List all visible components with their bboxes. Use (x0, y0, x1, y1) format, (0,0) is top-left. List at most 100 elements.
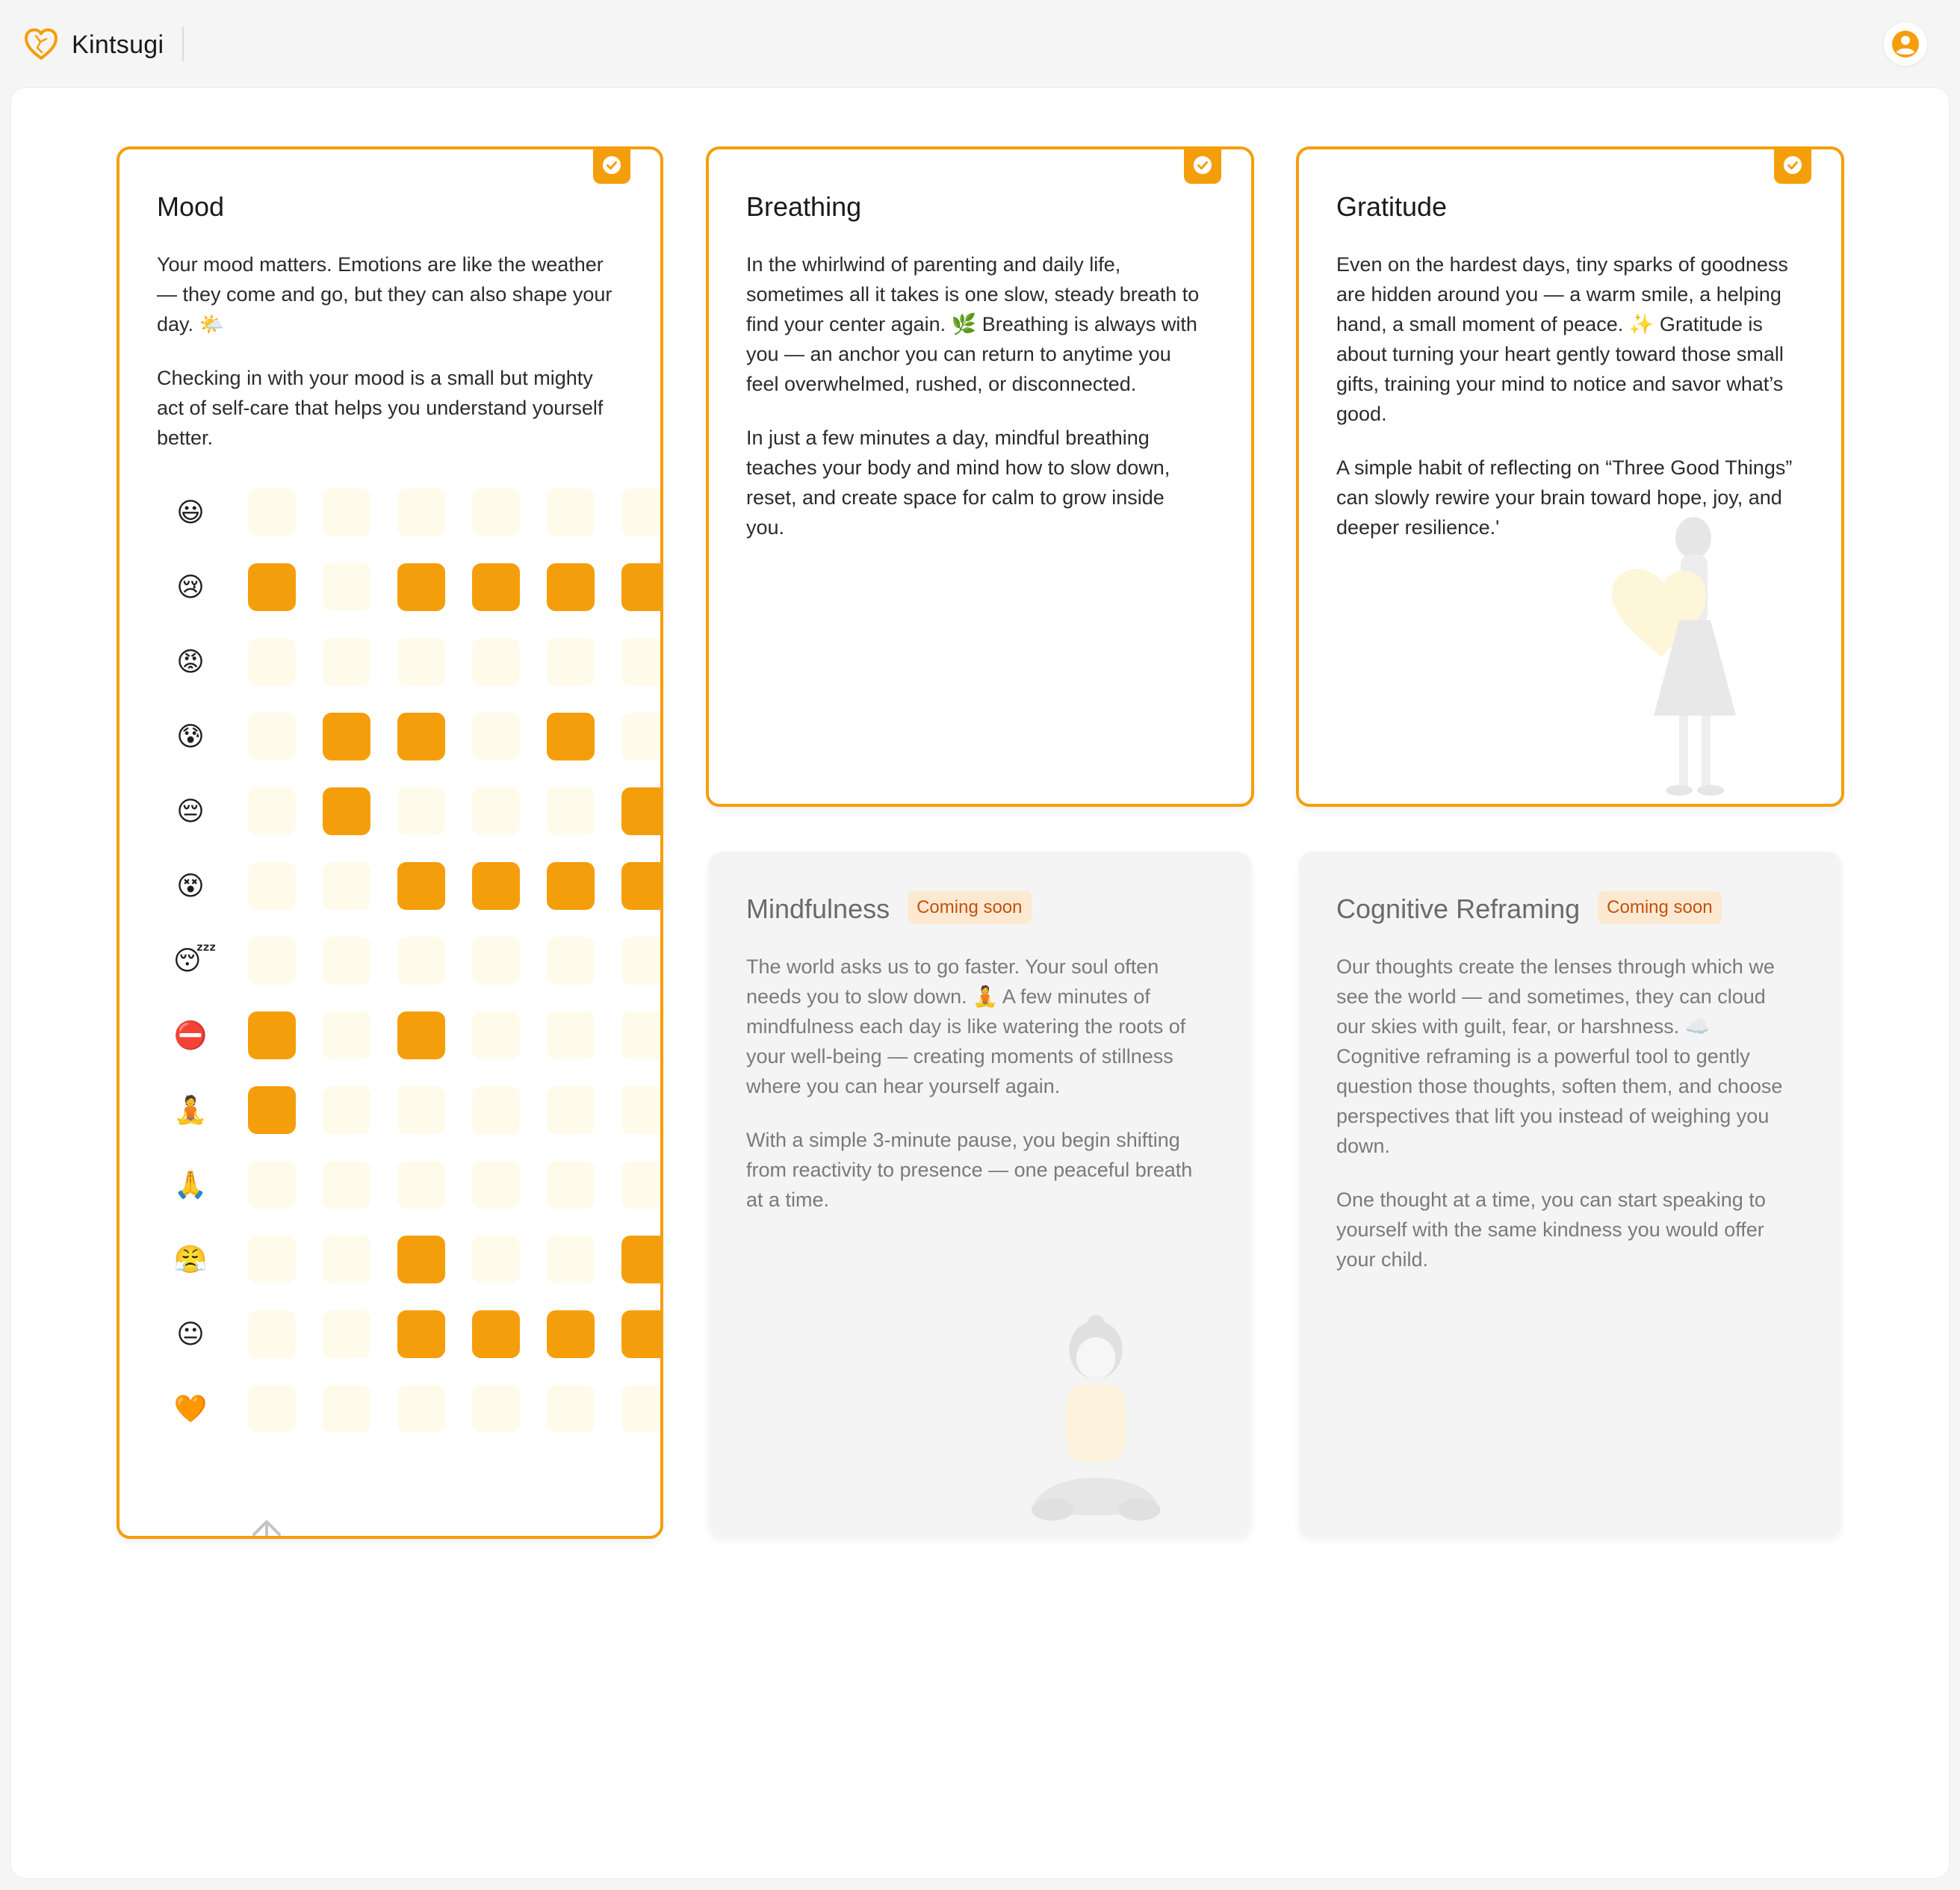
card-title: Breathing (746, 191, 862, 222)
mood-cell-empty[interactable] (323, 1011, 370, 1059)
mindfulness-card: Mindfulness Coming soon The world asks us… (709, 852, 1251, 1537)
mood-cell-empty[interactable] (323, 862, 370, 910)
mood-cell-filled[interactable] (397, 1236, 445, 1283)
mood-cell-empty[interactable] (248, 713, 296, 760)
mood-cell-empty[interactable] (621, 1161, 660, 1209)
mood-cell-empty[interactable] (547, 1236, 595, 1283)
mood-cell-empty[interactable] (323, 1236, 370, 1283)
mood-cell-empty[interactable] (323, 1086, 370, 1134)
mood-cell-empty[interactable] (547, 1385, 595, 1433)
mood-cell-filled[interactable] (621, 1236, 660, 1283)
card-paragraph: With a simple 3-minute pause, you begin … (746, 1129, 1193, 1211)
mood-cell-empty[interactable] (472, 638, 520, 686)
mood-cell-empty[interactable] (323, 489, 370, 536)
mood-cell-empty[interactable] (397, 787, 445, 835)
mood-cell-empty[interactable] (397, 489, 445, 536)
mood-cell-empty[interactable] (547, 1161, 595, 1209)
mood-card[interactable]: Mood Your mood matters. Emotions are lik… (117, 146, 663, 1539)
mood-cell-filled[interactable] (547, 862, 595, 910)
mood-cell-filled[interactable] (621, 563, 660, 611)
mood-cell-empty[interactable] (621, 1011, 660, 1059)
mood-cell-empty[interactable] (621, 638, 660, 686)
mood-cell-empty[interactable] (547, 937, 595, 985)
mood-cell-filled[interactable] (621, 862, 660, 910)
mood-emoji-icon: 😃 (176, 498, 205, 528)
mood-row: 🙏 (173, 1161, 660, 1209)
mood-cell-empty[interactable] (472, 713, 520, 760)
mood-cell-filled[interactable] (472, 1310, 520, 1358)
mood-cell-empty[interactable] (397, 1086, 445, 1134)
mood-cell-empty[interactable] (397, 638, 445, 686)
mood-emoji-icon: 🧘 (173, 1095, 208, 1126)
mood-cell-filled[interactable] (547, 1310, 595, 1358)
mood-cell-filled[interactable] (472, 862, 520, 910)
card-title-text: Cognitive Reframing (1336, 893, 1581, 924)
mood-cell-empty[interactable] (472, 1236, 520, 1283)
mood-cell-filled[interactable] (248, 563, 296, 611)
mood-cell-filled[interactable] (547, 563, 595, 611)
mood-cell-filled[interactable] (397, 862, 445, 910)
mood-cell-filled[interactable] (621, 787, 660, 835)
card-paragraph: One thought at a time, you can start spe… (1336, 1189, 1766, 1271)
mood-cell-empty[interactable] (248, 1385, 296, 1433)
mood-cell-filled[interactable] (397, 563, 445, 611)
mood-cell-empty[interactable] (472, 489, 520, 536)
mood-cell-empty[interactable] (547, 489, 595, 536)
app-name[interactable]: Kintsugi (72, 28, 164, 61)
mood-cell-empty[interactable] (323, 1310, 370, 1358)
meditating-person-illustration (1031, 1315, 1161, 1521)
mood-cell-empty[interactable] (547, 1011, 595, 1059)
mood-cell-empty[interactable] (547, 638, 595, 686)
mood-cell-filled[interactable] (323, 787, 370, 835)
mood-cell-empty[interactable] (472, 787, 520, 835)
arrow-up-icon[interactable] (248, 1518, 285, 1539)
mood-row: 😡 (173, 638, 660, 686)
mood-cell-empty[interactable] (323, 563, 370, 611)
mood-cell-filled[interactable] (397, 1011, 445, 1059)
mood-cell-empty[interactable] (621, 489, 660, 536)
completed-badge (593, 149, 630, 184)
mood-cell-empty[interactable] (472, 937, 520, 985)
mood-cell-empty[interactable] (323, 937, 370, 985)
mood-cell-empty[interactable] (547, 1086, 595, 1134)
mood-cell-empty[interactable] (323, 638, 370, 686)
mood-cell-empty[interactable] (547, 787, 595, 835)
mood-cell-filled[interactable] (472, 563, 520, 611)
mood-cell-filled[interactable] (323, 713, 370, 760)
mood-cell-empty[interactable] (248, 937, 296, 985)
mood-cell-empty[interactable] (472, 1161, 520, 1209)
mood-row: ⛔ (173, 1011, 660, 1059)
mood-cell-empty[interactable] (472, 1011, 520, 1059)
mood-cell-empty[interactable] (248, 489, 296, 536)
heart-logo-icon[interactable] (22, 25, 60, 63)
mood-cell-empty[interactable] (248, 862, 296, 910)
mood-cell-filled[interactable] (397, 1310, 445, 1358)
mood-cell-empty[interactable] (397, 1385, 445, 1433)
mood-cell-empty[interactable] (248, 1161, 296, 1209)
account-button[interactable] (1884, 22, 1927, 66)
mood-cell-empty[interactable] (472, 1086, 520, 1134)
mood-cell-empty[interactable] (248, 1236, 296, 1283)
mood-cell-filled[interactable] (397, 713, 445, 760)
gratitude-card[interactable]: Gratitude Even on the hardest days, tiny… (1296, 146, 1844, 807)
card-paragraph: Your mood matters. Emotions are like the… (157, 253, 612, 335)
breathing-card[interactable]: Breathing In the whirlwind of parenting … (706, 146, 1254, 807)
mood-cell-empty[interactable] (323, 1161, 370, 1209)
mood-cell-filled[interactable] (248, 1011, 296, 1059)
mood-cell-empty[interactable] (248, 1310, 296, 1358)
mood-cell-empty[interactable] (323, 1385, 370, 1433)
mood-cell-empty[interactable] (621, 1385, 660, 1433)
mood-cell-filled[interactable] (248, 1086, 296, 1134)
mood-cell-empty[interactable] (621, 1086, 660, 1134)
mood-cell-filled[interactable] (621, 1310, 660, 1358)
mood-cell-empty[interactable] (621, 713, 660, 760)
mood-row: 😢 (173, 563, 660, 611)
mood-cell-empty[interactable] (472, 1385, 520, 1433)
mood-cell-empty[interactable] (621, 937, 660, 985)
mood-cell-empty[interactable] (248, 787, 296, 835)
mood-cell-empty[interactable] (248, 638, 296, 686)
mood-cell-filled[interactable] (547, 713, 595, 760)
mood-cell-empty[interactable] (397, 937, 445, 985)
mood-cell-empty[interactable] (397, 1161, 445, 1209)
mood-emoji-icon: 😰 (176, 722, 205, 752)
